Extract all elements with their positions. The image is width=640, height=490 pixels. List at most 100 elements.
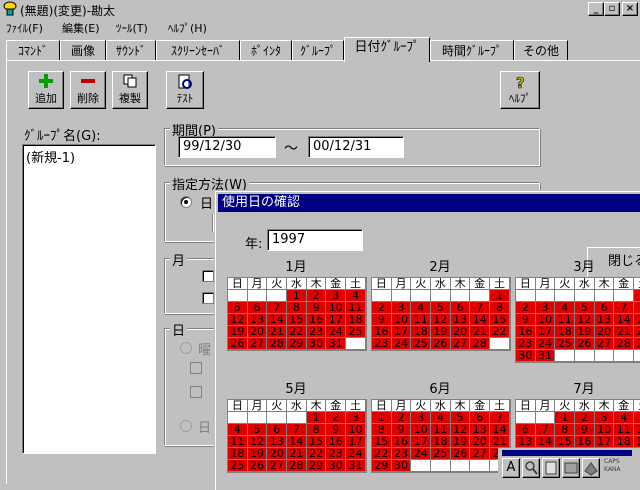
tab-pointer[interactable]: ﾎﾟｲﾝﾀ <box>240 40 292 62</box>
calendar-day: 7 <box>287 424 307 436</box>
tool-icon[interactable] <box>582 458 600 478</box>
calendar-day: 3 <box>535 302 556 314</box>
weekday-header: 木 <box>594 278 615 290</box>
menu-file[interactable]: ﾌｧｲﾙ(F) <box>6 20 43 36</box>
calendar-blank <box>411 460 432 472</box>
window-title: (無題)(変更)-勘太 <box>20 4 116 18</box>
month-check-2[interactable] <box>202 292 214 304</box>
day-radio-weekday[interactable] <box>180 342 192 354</box>
calendar-blank <box>555 350 576 362</box>
day-radio-date[interactable] <box>180 420 192 432</box>
weekday-header: 月 <box>535 278 556 290</box>
calendar-day: 18 <box>614 436 635 448</box>
weekday-header: 木 <box>450 278 471 290</box>
period-to-input[interactable]: 00/12/31 <box>308 136 404 158</box>
copy-button[interactable]: 複製 <box>112 71 148 109</box>
day-label: 日 <box>170 320 188 339</box>
month-title: 5月 <box>285 382 307 397</box>
restore-button[interactable]: ▫ <box>604 2 620 16</box>
ime-mode-button[interactable]: A <box>502 458 520 478</box>
calendar-day: 18 <box>431 436 451 448</box>
calendar-day: 9 <box>391 424 412 436</box>
calendar-day: 19 <box>228 326 248 338</box>
calendar-day: 24 <box>346 448 366 460</box>
delete-button[interactable]: 削除 <box>70 71 106 109</box>
minimize-button[interactable]: _ <box>588 2 604 16</box>
calendar-day: 4 <box>346 290 366 302</box>
calendar-day: 23 <box>516 338 536 350</box>
tab-date-group[interactable]: 日付ｸﾞﾙｰﾌﾟ <box>344 37 430 62</box>
tab-group[interactable]: ｸﾞﾙｰﾌﾟ <box>292 40 344 62</box>
day-check-2[interactable] <box>190 386 202 398</box>
calendar-day: 27 <box>267 460 288 472</box>
calendar-day: 9 <box>516 314 536 326</box>
calendar-day: 16 <box>326 436 347 448</box>
copy-icon <box>113 74 147 92</box>
weekday-header: 月 <box>535 400 556 412</box>
spec-radio-1[interactable] <box>180 196 192 208</box>
calendar-day: 30 <box>516 350 536 362</box>
weekday-header: 日 <box>228 278 248 290</box>
calendar-blank <box>267 412 288 424</box>
tab-screensaver[interactable]: ｽｸﾘｰﾝｾｰﾊﾞ <box>156 40 240 62</box>
calendar-day: 18 <box>228 448 248 460</box>
calendar-day: 29 <box>306 460 327 472</box>
calendar-day: 5 <box>634 412 640 424</box>
help-button[interactable]: ? ﾍﾙﾌﾟ <box>500 71 540 109</box>
weekday-header: 木 <box>306 278 327 290</box>
weekday-header: 土 <box>346 400 366 412</box>
calendar-day: 18 <box>555 326 576 338</box>
calendar-day: 14 <box>287 436 307 448</box>
add-button[interactable]: 追加 <box>28 71 64 109</box>
pad-icon[interactable] <box>562 458 580 478</box>
menu-tools[interactable]: ﾂｰﾙ(T) <box>116 20 148 36</box>
weekday-header: 火 <box>555 400 576 412</box>
year-input[interactable]: 1997 <box>267 229 363 251</box>
calendar-day: 13 <box>594 314 615 326</box>
month-check-1[interactable] <box>202 270 214 282</box>
calendar-day: 17 <box>326 314 347 326</box>
search-icon[interactable] <box>522 458 540 478</box>
calendar-day: 7 <box>470 302 491 314</box>
test-button[interactable]: ﾃｽﾄ <box>166 71 204 109</box>
help-label: ﾍﾙﾌﾟ <box>509 92 531 105</box>
weekday-header: 木 <box>306 400 327 412</box>
tab-sound[interactable]: ｻｳﾝﾄﾞ <box>106 40 156 62</box>
calendar-day: 23 <box>326 448 347 460</box>
dictionary-icon[interactable] <box>542 458 560 478</box>
menu-help[interactable]: ﾍﾙﾌﾟ(H) <box>168 20 207 36</box>
calendar-day: 12 <box>228 314 248 326</box>
calendar-day: 9 <box>372 314 392 326</box>
day-check-1[interactable] <box>190 362 202 374</box>
group-list[interactable]: (新規-1) <box>22 144 156 454</box>
question-icon: ? <box>501 74 539 93</box>
calendar-day: 29 <box>372 460 392 472</box>
calendar-day: 5 <box>247 424 268 436</box>
calendar-day: 15 <box>555 436 576 448</box>
calendar-day: 10 <box>594 424 615 436</box>
list-item[interactable]: (新規-1) <box>23 145 155 168</box>
calendar-day: 16 <box>575 436 595 448</box>
calendar-day: 13 <box>516 436 536 448</box>
app-icon[interactable] <box>2 1 18 17</box>
tab-command[interactable]: ｺﾏﾝﾄﾞ <box>6 40 60 62</box>
month-grid: 日月火水木金土123456789101112131415161718192021… <box>371 277 511 351</box>
calendar-day: 25 <box>346 326 366 338</box>
calendar-day: 31 <box>535 350 556 362</box>
calendar-day: 4 <box>614 412 635 424</box>
menu-edit[interactable]: 編集(E) <box>62 20 100 36</box>
calendar-day: 16 <box>306 314 327 326</box>
calendar-day: 7 <box>490 412 510 424</box>
tab-time-group[interactable]: 時間ｸﾞﾙｰﾌﾟ <box>430 40 514 62</box>
weekday-header: 金 <box>470 278 491 290</box>
period-from-input[interactable]: 99/12/30 <box>178 136 276 158</box>
tab-image[interactable]: 画像 <box>60 40 106 62</box>
close-button[interactable]: × <box>622 2 638 16</box>
calendar-day: 12 <box>450 424 471 436</box>
month-label: 月 <box>170 250 188 269</box>
calendar-day: 4 <box>555 302 576 314</box>
weekday-header: 水 <box>287 278 307 290</box>
tab-other[interactable]: その他 <box>514 40 568 62</box>
period-separator: ～ <box>284 141 298 157</box>
calendar-day: 25 <box>228 460 248 472</box>
